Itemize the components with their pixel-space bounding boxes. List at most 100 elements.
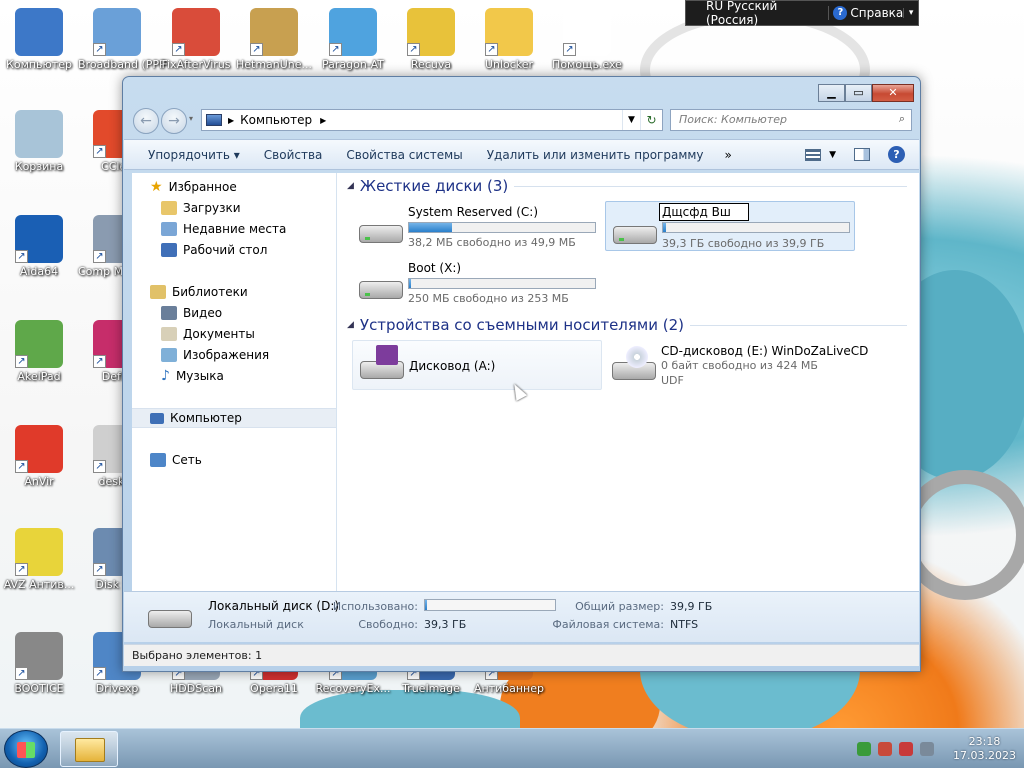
desktop-icon[interactable]: ↗ Broadband (PPP bbox=[78, 8, 166, 71]
drive-d[interactable]: Дщсфд Вш 39,3 ГБ свободно из 39,9 ГБ bbox=[605, 201, 855, 251]
nav-recent-places[interactable]: Недавние места bbox=[161, 219, 286, 239]
windows-logo-icon bbox=[17, 742, 35, 758]
nav-video[interactable]: Видео bbox=[161, 303, 222, 323]
music-icon: ♪ bbox=[161, 368, 170, 384]
desktop-icon[interactable]: ↗ Unlocker bbox=[470, 8, 548, 71]
drive-x[interactable]: Boot (X:) 250 МБ свободно из 253 МБ bbox=[352, 257, 602, 307]
nav-libraries[interactable]: Библиотеки bbox=[150, 282, 248, 302]
floppy-drive-icon bbox=[358, 345, 404, 379]
langbar-menu-button[interactable]: ▾ bbox=[903, 8, 918, 18]
nav-favorites[interactable]: ★ Избранное bbox=[150, 177, 237, 197]
maximize-button[interactable]: ▭ bbox=[845, 84, 872, 102]
taskbar-explorer-button[interactable] bbox=[60, 731, 118, 767]
free-label: Свободно: bbox=[358, 618, 418, 631]
system-properties-button[interactable]: Свойства системы bbox=[337, 148, 477, 162]
address-bar[interactable]: ▶ Компьютер ▶ ▼ ↻ bbox=[201, 109, 663, 131]
taskbar: 23:18 17.03.2023 bbox=[0, 728, 1024, 768]
app-icon: ↗ bbox=[15, 632, 63, 680]
desktop-icon[interactable]: ↗ Paragon-AT bbox=[314, 8, 392, 71]
organize-button[interactable]: Упорядочить ▾ bbox=[140, 148, 255, 162]
desktop-icon[interactable]: Корзина bbox=[0, 110, 78, 173]
desktop-icon-label: HetmanUne... bbox=[235, 58, 313, 71]
system-tray: 23:18 17.03.2023 bbox=[857, 733, 1016, 765]
security-tray-icon[interactable] bbox=[857, 742, 872, 756]
properties-button[interactable]: Свойства bbox=[255, 148, 338, 162]
desktop-icon-label: Drivexp bbox=[95, 682, 139, 695]
recent-pages-dropdown[interactable]: ▾ bbox=[189, 114, 193, 123]
free-value: 39,3 ГБ bbox=[424, 618, 467, 631]
app-icon: ↗ bbox=[250, 8, 298, 56]
help-icon[interactable]: ? bbox=[888, 146, 905, 163]
desktop-icon[interactable]: Компьютер bbox=[0, 8, 78, 71]
shortcut-arrow-icon: ↗ bbox=[93, 355, 106, 368]
nav-pictures[interactable]: Изображения bbox=[161, 345, 269, 365]
status-bar: Выбрано элементов: 1 bbox=[124, 644, 919, 666]
desktop-icon[interactable]: ↗ AVZ Антив... bbox=[0, 528, 78, 591]
group-removable[interactable]: ◢ Устройства со съемными носителями (2) bbox=[347, 316, 907, 334]
search-icon[interactable]: ⌕ bbox=[899, 112, 905, 126]
desktop-icon[interactable]: ↗ HetmanUne... bbox=[235, 8, 313, 71]
desktop-icon[interactable]: ↗ BOOTICE bbox=[0, 632, 78, 695]
desktop-icon-label: RecoveryEx... bbox=[315, 682, 391, 695]
clock[interactable]: 23:18 17.03.2023 bbox=[953, 735, 1016, 763]
search-input[interactable]: Поиск: Компьютер ⌕ bbox=[670, 109, 912, 131]
network-tray-icon[interactable] bbox=[899, 742, 914, 756]
app-icon: ↗ bbox=[15, 425, 63, 473]
shortcut-arrow-icon: ↗ bbox=[563, 43, 576, 56]
volume-muted-icon[interactable] bbox=[920, 742, 935, 756]
shortcut-arrow-icon: ↗ bbox=[485, 43, 498, 56]
breadcrumb-arrow-icon[interactable]: ▶ bbox=[320, 116, 326, 125]
help-icon: ? bbox=[833, 6, 848, 20]
back-button[interactable]: ← bbox=[133, 108, 159, 134]
uninstall-program-button[interactable]: Удалить или изменить программу bbox=[478, 148, 719, 162]
refresh-icon[interactable]: ↻ bbox=[640, 110, 662, 130]
breadcrumb-arrow-icon[interactable]: ▶ bbox=[228, 116, 234, 125]
shortcut-arrow-icon: ↗ bbox=[15, 667, 28, 680]
desktop-icon-label: BOOTICE bbox=[14, 682, 64, 695]
hard-drive-icon bbox=[148, 606, 192, 630]
app-icon: ↗ bbox=[407, 8, 455, 56]
video-icon bbox=[161, 306, 177, 320]
group-hard-drives[interactable]: ◢ Жесткие диски (3) bbox=[347, 177, 907, 195]
address-dropdown[interactable]: ▼ bbox=[622, 110, 640, 130]
more-commands-button[interactable]: » bbox=[719, 148, 738, 162]
explorer-window[interactable]: ▁ ▭ ✕ ← → ▾ ▶ Компьютер ▶ ▼ ↻ Поиск: Ком… bbox=[122, 76, 921, 672]
minimize-button[interactable]: ▁ bbox=[818, 84, 845, 102]
app-icon: ↗ bbox=[93, 8, 141, 56]
desktop-icon[interactable]: ↗ Помощь.exe bbox=[548, 8, 626, 71]
nav-downloads[interactable]: Загрузки bbox=[161, 198, 241, 218]
flag-tray-icon[interactable] bbox=[878, 742, 893, 756]
forward-button[interactable]: → bbox=[161, 108, 187, 134]
rename-field[interactable]: Дщсфд Вш bbox=[659, 203, 749, 221]
nav-desktop[interactable]: Рабочий стол bbox=[161, 240, 267, 260]
drive-free-space: 0 байт свободно из 424 МБ bbox=[661, 359, 818, 372]
desktop-icon[interactable]: ↗ AkelPad bbox=[0, 320, 78, 383]
desktop-icon[interactable]: ↗ Recuva bbox=[392, 8, 470, 71]
nav-network[interactable]: Сеть bbox=[150, 450, 202, 470]
start-button[interactable] bbox=[4, 730, 48, 768]
help-button[interactable]: ? Справка bbox=[828, 6, 903, 20]
language-indicator[interactable]: RU Русский (Россия) bbox=[686, 0, 828, 27]
details-drive-type: Локальный диск bbox=[208, 618, 304, 631]
drive-a[interactable]: Дисковод (A:) bbox=[352, 340, 602, 390]
content-pane: ◢ Жесткие диски (3) System Reserved (C:) … bbox=[337, 173, 919, 591]
shortcut-arrow-icon: ↗ bbox=[329, 43, 342, 56]
drive-e[interactable]: CD-дисковод (E:) WinDoZaLiveCD 0 байт св… bbox=[605, 340, 868, 390]
drive-c[interactable]: System Reserved (C:) 38,2 МБ свободно из… bbox=[352, 201, 602, 251]
nav-computer[interactable]: Компьютер bbox=[132, 408, 336, 428]
desktop-icon-label: Paragon-AT bbox=[322, 58, 384, 71]
change-view-button[interactable]: ▼ bbox=[805, 148, 836, 161]
details-usage-bar bbox=[424, 599, 556, 611]
preview-pane-icon[interactable] bbox=[854, 148, 870, 161]
close-button[interactable]: ✕ bbox=[872, 84, 914, 102]
app-icon: ↗ bbox=[15, 215, 63, 263]
nav-documents[interactable]: Документы bbox=[161, 324, 255, 344]
breadcrumb-computer[interactable]: Компьютер bbox=[240, 113, 312, 127]
desktop-icon-label: AVZ Антив... bbox=[3, 578, 75, 591]
desktop-icon[interactable]: ↗ FixAfterVirus bbox=[157, 8, 235, 71]
desktop-icon[interactable]: ↗ AnVir bbox=[0, 425, 78, 488]
drive-filesystem: UDF bbox=[661, 374, 684, 387]
nav-music[interactable]: ♪ Музыка bbox=[161, 366, 224, 386]
desktop-icon[interactable]: ↗ Aida64 bbox=[0, 215, 78, 278]
language-bar[interactable]: RU Русский (Россия) ? Справка ▾ bbox=[685, 0, 919, 27]
